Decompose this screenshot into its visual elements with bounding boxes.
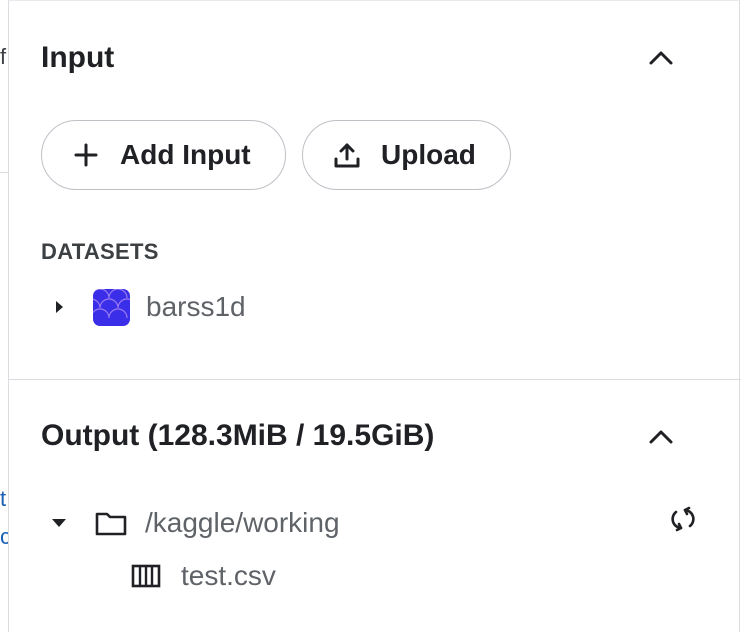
refresh-icon [671, 506, 695, 532]
data-side-panel: Input Add Input Upload DATASETS barss1d … [8, 0, 741, 632]
output-folder-path: /kaggle/working [145, 507, 340, 538]
plus-icon [73, 142, 99, 168]
dataset-item[interactable]: barss1d [49, 288, 246, 326]
chevron-up-icon [649, 430, 673, 444]
dataset-name: barss1d [146, 291, 246, 322]
output-file-name: test.csv [181, 560, 276, 591]
upload-icon [333, 141, 361, 169]
datasets-heading: DATASETS [41, 239, 159, 264]
upload-button[interactable]: Upload [302, 120, 511, 190]
input-collapse-button[interactable] [641, 38, 681, 78]
upload-label: Upload [381, 139, 476, 170]
output-file-row[interactable]: test.csv [131, 558, 276, 594]
section-divider [9, 379, 741, 380]
refresh-button[interactable] [665, 501, 701, 537]
table-file-icon [131, 562, 163, 590]
output-collapse-button[interactable] [641, 417, 681, 457]
dataset-thumbnail [93, 288, 130, 326]
chevron-up-icon [649, 51, 673, 65]
folder-icon [95, 508, 129, 538]
add-input-label: Add Input [120, 139, 251, 170]
output-section-title: Output (128.3MiB / 19.5GiB) [41, 419, 435, 452]
background-link-fragment[interactable]: t [0, 486, 6, 512]
add-input-button[interactable]: Add Input [41, 120, 286, 190]
caret-down-icon[interactable] [49, 513, 69, 533]
input-section-title: Input [41, 41, 115, 74]
caret-right-icon[interactable] [49, 297, 69, 317]
output-folder-row[interactable]: /kaggle/working [49, 504, 340, 542]
background-divider [0, 172, 8, 173]
background-text-fragment: f [0, 44, 7, 69]
